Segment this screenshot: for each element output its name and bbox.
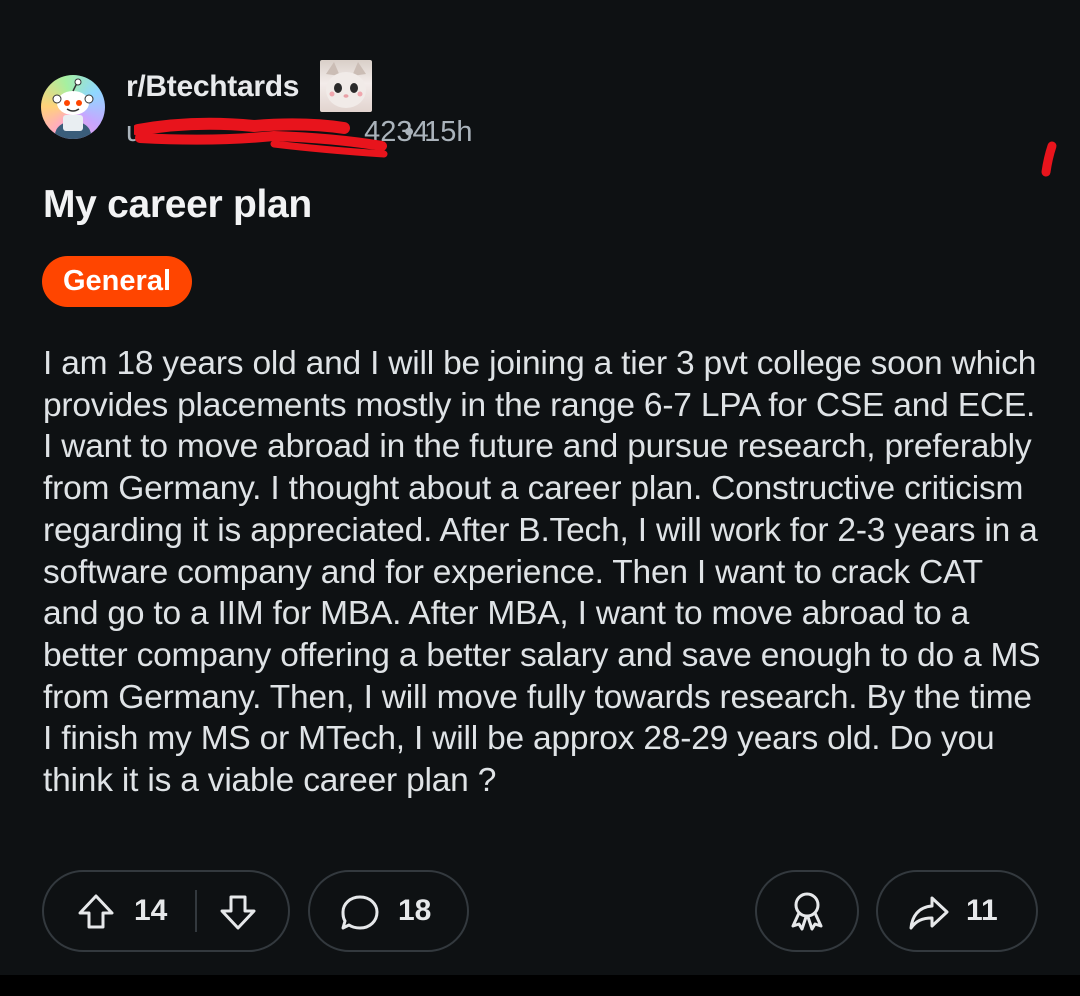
red-pen-mark bbox=[1041, 141, 1057, 177]
subreddit-name[interactable]: r/Btechtards bbox=[126, 70, 299, 104]
vote-pill: 14 bbox=[42, 870, 290, 952]
post-card: r/Btechtards u 4234 • 15h My career plan G… bbox=[0, 0, 1080, 975]
subreddit-avatar-icon[interactable] bbox=[41, 75, 105, 139]
comment-bubble-icon bbox=[341, 895, 379, 930]
post-title: My career plan bbox=[43, 183, 312, 226]
share-arrow-icon bbox=[909, 896, 949, 930]
award-button[interactable] bbox=[755, 870, 859, 952]
arrow-up-icon[interactable] bbox=[76, 892, 116, 932]
comment-count: 18 bbox=[398, 894, 432, 927]
post-body: I am 18 years old and I will be joining … bbox=[43, 345, 1041, 800]
redaction-scribble bbox=[134, 117, 388, 158]
bottom-edge bbox=[0, 975, 1080, 996]
upvote-count: 14 bbox=[134, 894, 168, 927]
post-time: 15h bbox=[424, 116, 473, 148]
arrow-down-icon[interactable] bbox=[218, 892, 258, 932]
meta-separator: • bbox=[404, 116, 415, 148]
post-flair[interactable]: General bbox=[42, 256, 192, 307]
vote-divider bbox=[195, 890, 197, 932]
share-button[interactable]: 11 bbox=[876, 870, 1038, 952]
award-ribbon-icon bbox=[791, 892, 823, 931]
cat-photo-icon bbox=[320, 60, 372, 112]
post-meta: u 4234 • 15h bbox=[126, 116, 526, 158]
share-count: 11 bbox=[966, 894, 998, 927]
comments-button[interactable]: 18 bbox=[308, 870, 469, 952]
